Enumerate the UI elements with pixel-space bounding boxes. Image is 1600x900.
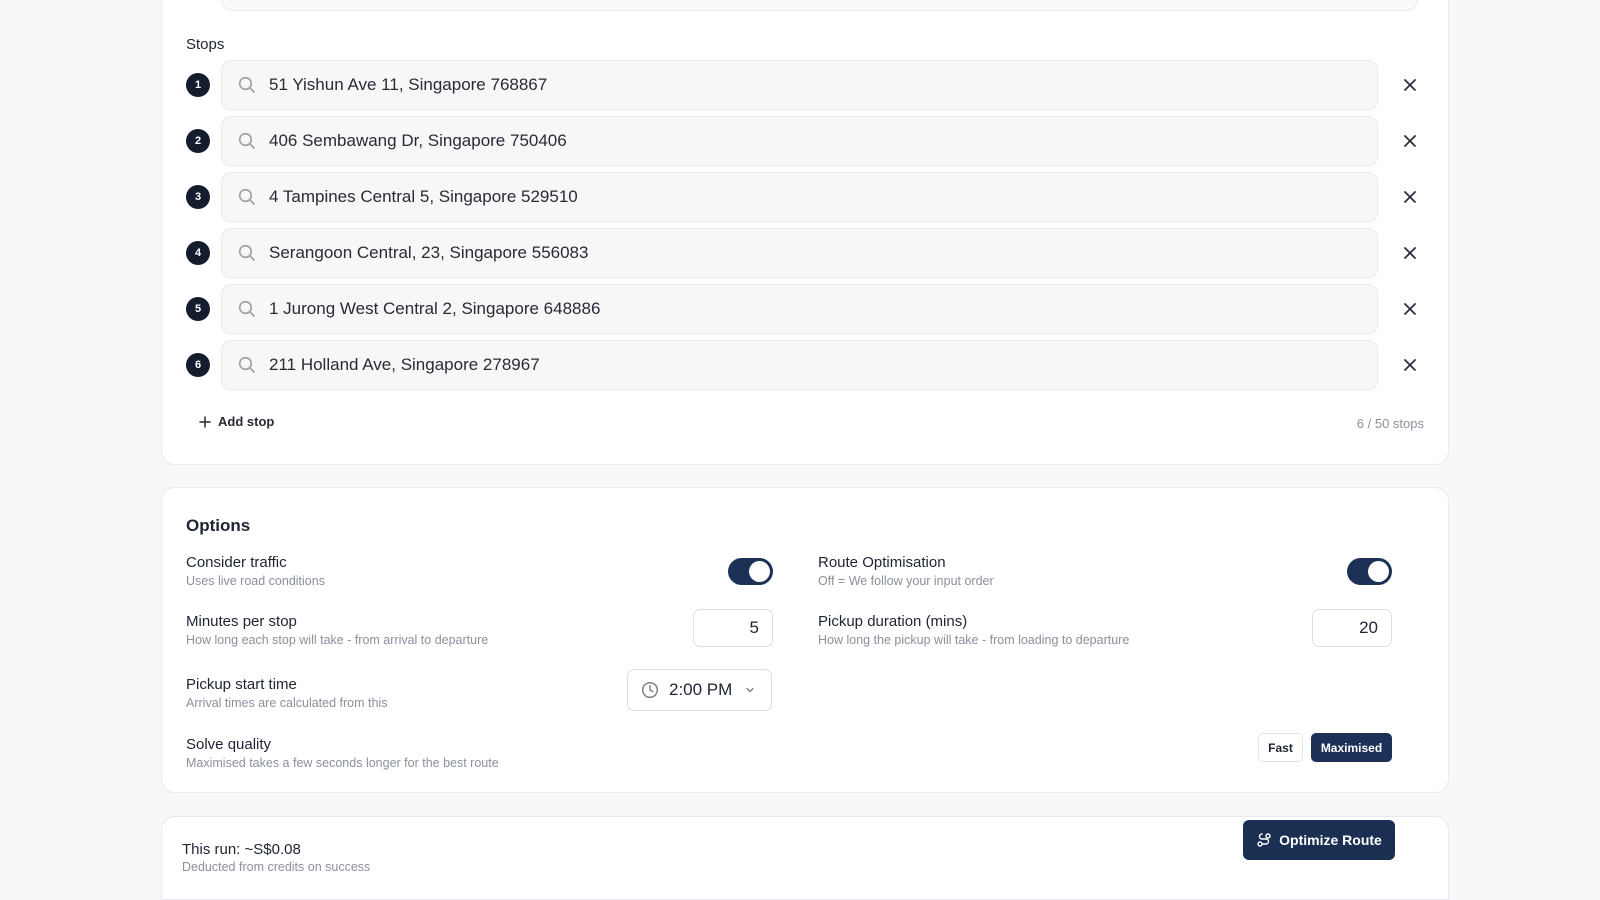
route-icon xyxy=(1257,833,1271,847)
route-optimisation-label: Route Optimisation xyxy=(818,554,946,571)
stop-number-badge: 6 xyxy=(186,353,210,377)
stop-number-badge: 5 xyxy=(186,297,210,321)
solve-quality-label: Solve quality xyxy=(186,736,272,753)
toggle-knob xyxy=(749,561,770,582)
search-icon xyxy=(238,244,255,261)
add-stop-button[interactable]: Add stop xyxy=(199,414,274,429)
optimize-route-label: Optimize Route xyxy=(1279,832,1382,848)
run-cost: This run: ~S$0.08 xyxy=(182,841,301,858)
pickup-duration-hint: How long the pickup will take - from loa… xyxy=(818,633,1130,647)
stop-address-text: 1 Jurong West Central 2, Singapore 64888… xyxy=(269,299,601,318)
consider-traffic-toggle[interactable] xyxy=(728,558,773,585)
pickup-duration-label: Pickup duration (mins) xyxy=(818,613,968,630)
footer-card: This run: ~S$0.08 Deducted from credits … xyxy=(161,816,1449,900)
stop-address-text: Serangoon Central, 23, Singapore 556083 xyxy=(269,243,589,262)
stop-row: 5 1 Jurong West Central 2, Singapore 648… xyxy=(186,284,1426,334)
solve-quality-hint: Maximised takes a few seconds longer for… xyxy=(186,756,499,770)
stop-address-text: 51 Yishun Ave 11, Singapore 768867 xyxy=(269,75,548,94)
solve-quality-maximised-button[interactable]: Maximised xyxy=(1311,733,1392,762)
stop-row: 6 211 Holland Ave, Singapore 278967 xyxy=(186,340,1426,390)
toggle-knob xyxy=(1368,561,1389,582)
pickup-start-time-select[interactable]: 2:00 PM xyxy=(627,669,772,711)
route-optimisation-toggle[interactable] xyxy=(1347,558,1392,585)
options-title: Options xyxy=(186,516,251,535)
chevron-down-icon xyxy=(746,687,755,693)
consider-traffic-label: Consider traffic xyxy=(186,554,287,571)
pickup-duration-input[interactable]: 20 xyxy=(1312,609,1392,647)
stop-address-text: 4 Tampines Central 5, Singapore 529510 xyxy=(269,187,578,206)
stop-count: 6 / 50 stops xyxy=(1356,416,1424,431)
stop-row: 1 51 Yishun Ave 11, Singapore 768867 xyxy=(186,60,1426,110)
search-icon xyxy=(238,132,255,149)
stop-address-input[interactable]: 51 Yishun Ave 11, Singapore 768867 xyxy=(221,60,1378,110)
pickup-start-time-value: 2:00 PM xyxy=(669,680,733,699)
stop-address-text: 406 Sembawang Dr, Singapore 750406 xyxy=(269,131,567,150)
close-icon[interactable] xyxy=(1400,187,1420,207)
search-icon xyxy=(238,76,255,93)
close-icon[interactable] xyxy=(1400,75,1420,95)
minutes-per-stop-input[interactable]: 5 xyxy=(693,609,773,647)
stop-row: 4 Serangoon Central, 23, Singapore 55608… xyxy=(186,228,1426,278)
stop-number-badge: 3 xyxy=(186,185,210,209)
stops-label: Stops xyxy=(186,36,225,53)
plus-icon xyxy=(199,415,211,428)
stop-address-input[interactable]: 211 Holland Ave, Singapore 278967 xyxy=(221,340,1378,390)
route-optimisation-hint: Off = We follow your input order xyxy=(818,574,994,588)
previous-field[interactable] xyxy=(221,0,1418,11)
search-icon xyxy=(238,356,255,373)
search-icon xyxy=(238,188,255,205)
stop-number-badge: 2 xyxy=(186,129,210,153)
close-icon[interactable] xyxy=(1400,243,1420,263)
search-icon xyxy=(238,300,255,317)
pickup-start-label: Pickup start time xyxy=(186,676,297,693)
close-icon[interactable] xyxy=(1400,131,1420,151)
options-card: Options Consider traffic Uses live road … xyxy=(161,487,1449,793)
stop-number-badge: 4 xyxy=(186,241,210,265)
stop-row: 3 4 Tampines Central 5, Singapore 529510 xyxy=(186,172,1426,222)
stop-address-input[interactable]: 406 Sembawang Dr, Singapore 750406 xyxy=(221,116,1378,166)
clock-icon xyxy=(641,681,659,699)
stop-address-input[interactable]: 1 Jurong West Central 2, Singapore 64888… xyxy=(221,284,1378,334)
add-stop-label: Add stop xyxy=(218,414,275,429)
stops-card: Stops 1 51 Yishun Ave 11, Singapore 7688… xyxy=(161,0,1449,465)
stop-number-badge: 1 xyxy=(186,73,210,97)
close-icon[interactable] xyxy=(1400,355,1420,375)
run-cost-hint: Deducted from credits on success xyxy=(182,860,371,874)
pickup-start-hint: Arrival times are calculated from this xyxy=(186,696,388,710)
stop-row: 2 406 Sembawang Dr, Singapore 750406 xyxy=(186,116,1426,166)
close-icon[interactable] xyxy=(1400,299,1420,319)
solve-quality-fast-button[interactable]: Fast xyxy=(1258,733,1303,762)
optimize-route-button[interactable]: Optimize Route xyxy=(1243,820,1395,860)
consider-traffic-hint: Uses live road conditions xyxy=(186,574,325,588)
stop-address-input[interactable]: 4 Tampines Central 5, Singapore 529510 xyxy=(221,172,1378,222)
minutes-per-stop-label: Minutes per stop xyxy=(186,613,297,630)
stop-address-text: 211 Holland Ave, Singapore 278967 xyxy=(269,355,540,374)
minutes-per-stop-hint: How long each stop will take - from arri… xyxy=(186,633,489,647)
stop-address-input[interactable]: Serangoon Central, 23, Singapore 556083 xyxy=(221,228,1378,278)
